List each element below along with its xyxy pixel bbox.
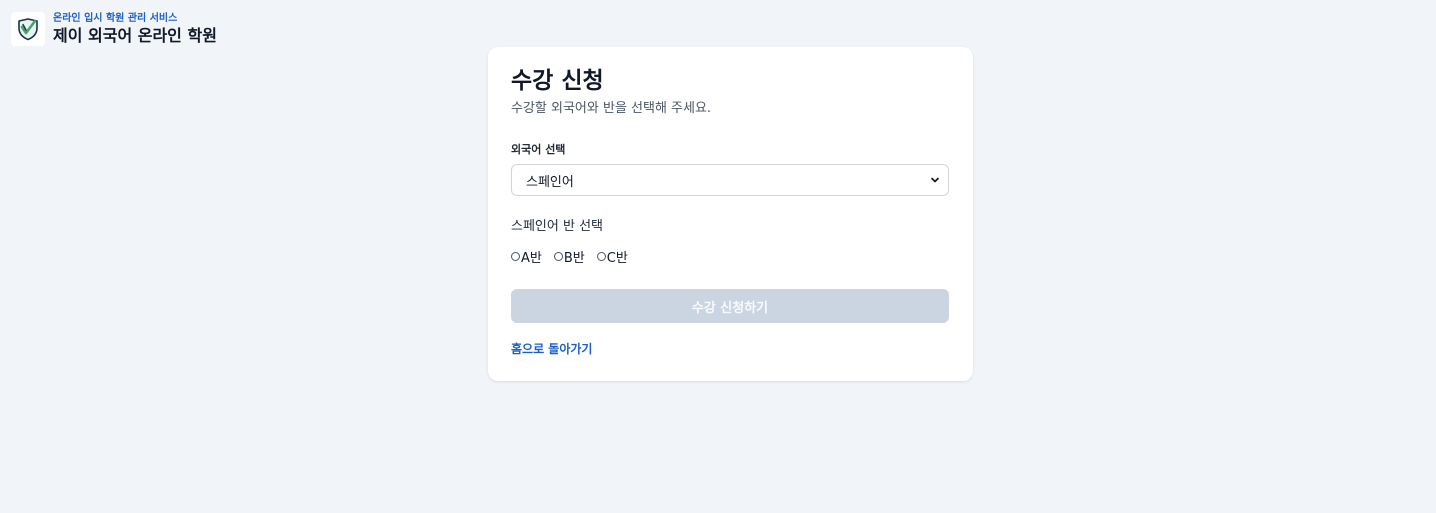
radio-label: B반 bbox=[563, 250, 585, 266]
radio-label: A반 bbox=[521, 250, 542, 266]
radio-circle[interactable] bbox=[511, 251, 520, 261]
class-radio-group: A반 B반 C반 bbox=[511, 247, 628, 266]
language-select-value: 스페인어 bbox=[526, 174, 574, 190]
class-option-b[interactable]: B반 bbox=[553, 247, 585, 266]
brand-title[interactable]: 제이 외국어 온라인 학원 bbox=[53, 28, 217, 44]
page-title: 수강 신청 bbox=[511, 68, 604, 94]
shield-check-icon bbox=[18, 18, 38, 41]
radio-label: C반 bbox=[606, 250, 628, 266]
brand-text: 온라인 입시 학원 관리 서비스 제이 외국어 온라인 학원 bbox=[53, 14, 217, 44]
brand-subtitle: 온라인 입시 학원 관리 서비스 bbox=[53, 13, 178, 24]
class-option-a[interactable]: A반 bbox=[511, 247, 542, 266]
home-link[interactable]: 홈으로 돌아가기 bbox=[511, 341, 592, 357]
brand-header: 온라인 입시 학원 관리 서비스 제이 외국어 온라인 학원 bbox=[11, 12, 217, 46]
class-section-title: 스페인어 반 선택 bbox=[511, 219, 603, 234]
radio-circle[interactable] bbox=[553, 251, 563, 261]
logo[interactable] bbox=[11, 12, 45, 46]
chevron-down-icon bbox=[930, 175, 940, 185]
radio-circle[interactable] bbox=[596, 251, 606, 261]
enrollment-card: 수강 신청 수강할 외국어와 반을 선택해 주세요. 외국어 선택 스페인어 스… bbox=[488, 47, 973, 381]
class-option-c[interactable]: C반 bbox=[596, 247, 628, 266]
submit-enrollment-button[interactable]: 수강 신청하기 bbox=[511, 289, 949, 323]
page-description: 수강할 외국어와 반을 선택해 주세요. bbox=[511, 101, 712, 116]
language-select-label: 외국어 선택 bbox=[511, 143, 566, 156]
language-select[interactable]: 스페인어 bbox=[511, 164, 949, 196]
